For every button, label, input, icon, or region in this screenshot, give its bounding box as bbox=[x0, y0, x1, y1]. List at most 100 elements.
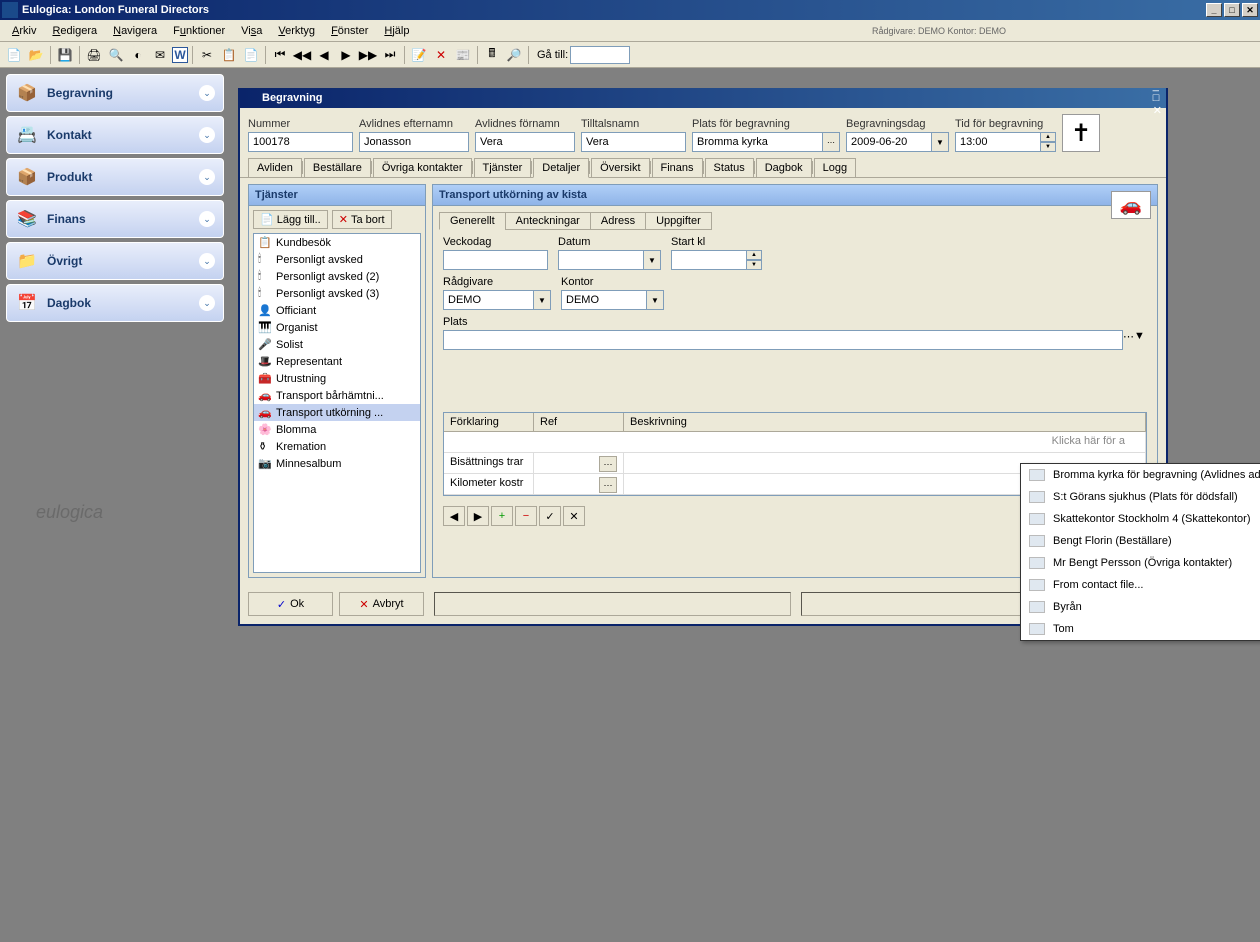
sidebar-item-ovrigt[interactable]: 📁Övrigt⌄ bbox=[6, 242, 224, 280]
sidebar-item-begravning[interactable]: 📦Begravning⌄ bbox=[6, 74, 224, 112]
dropdown-item[interactable]: Byrån bbox=[1021, 596, 1260, 618]
plats-browse-button[interactable]: ⋯ bbox=[822, 132, 840, 152]
grid-placeholder[interactable]: Klicka här för a bbox=[444, 432, 1146, 452]
print-icon[interactable]: 🖨 bbox=[84, 45, 104, 65]
grid-confirm-button[interactable]: ✓ bbox=[539, 506, 561, 526]
last-icon[interactable]: ⏭ bbox=[380, 45, 400, 65]
next-page-icon[interactable]: ▶▶ bbox=[358, 45, 378, 65]
goto-input[interactable] bbox=[570, 46, 630, 64]
plats-ellipsis-button[interactable]: ⋯ bbox=[1123, 330, 1134, 350]
service-item[interactable]: 🎹Organist bbox=[254, 319, 420, 336]
delete-icon[interactable]: ✕ bbox=[431, 45, 451, 65]
nummer-input[interactable] bbox=[248, 132, 353, 152]
service-item[interactable]: 🎤Solist bbox=[254, 336, 420, 353]
tid-down-button[interactable]: ▼ bbox=[1040, 142, 1056, 152]
start-input[interactable] bbox=[671, 250, 746, 270]
service-item[interactable]: 🕯Personligt avsked (3) bbox=[254, 285, 420, 302]
dropdown-item[interactable]: Mr Bengt Persson (Övriga kontakter) bbox=[1021, 552, 1260, 574]
sidebar-item-finans[interactable]: 📚Finans⌄ bbox=[6, 200, 224, 238]
service-list[interactable]: 📋Kundbesök🕯Personligt avsked🕯Personligt … bbox=[253, 233, 421, 573]
doc-maximize-button[interactable]: □ bbox=[1153, 92, 1162, 104]
open-icon[interactable]: 📂 bbox=[26, 45, 46, 65]
sidebar-item-kontakt[interactable]: 📇Kontakt⌄ bbox=[6, 116, 224, 154]
service-item[interactable]: 🚗Transport bårhämtni... bbox=[254, 387, 420, 404]
menu-visa[interactable]: Visa bbox=[233, 23, 270, 39]
veckodag-input[interactable] bbox=[443, 250, 548, 270]
service-item[interactable]: 👤Officiant bbox=[254, 302, 420, 319]
dropdown-item[interactable]: Tom bbox=[1021, 618, 1260, 640]
tid-input[interactable] bbox=[955, 132, 1040, 152]
new-icon[interactable]: 📄 bbox=[4, 45, 24, 65]
sidebar-item-produkt[interactable]: 📦Produkt⌄ bbox=[6, 158, 224, 196]
service-item[interactable]: 🧰Utrustning bbox=[254, 370, 420, 387]
grid-add-button[interactable]: + bbox=[491, 506, 513, 526]
menu-verktyg[interactable]: Verktyg bbox=[270, 23, 323, 39]
service-item[interactable]: 📷Minnesalbum bbox=[254, 455, 420, 472]
word-icon[interactable]: W bbox=[172, 47, 188, 63]
menu-fonster[interactable]: Fönster bbox=[323, 23, 376, 39]
doc-icon[interactable]: 📰 bbox=[453, 45, 473, 65]
dropdown-item[interactable]: From contact file... bbox=[1021, 574, 1260, 596]
ref-browse-button[interactable]: ⋯ bbox=[599, 477, 617, 493]
fornamn-input[interactable] bbox=[475, 132, 575, 152]
dropdown-item[interactable]: S:t Görans sjukhus (Plats för dödsfall) bbox=[1021, 486, 1260, 508]
datum-dropdown-button[interactable]: ▼ bbox=[643, 250, 661, 270]
prev-page-icon[interactable]: ◀◀ bbox=[292, 45, 312, 65]
service-item[interactable]: 📋Kundbesök bbox=[254, 234, 420, 251]
dag-dropdown-button[interactable]: ▼ bbox=[931, 132, 949, 152]
tab-oversikt[interactable]: Översikt bbox=[591, 158, 649, 177]
subtab-adress[interactable]: Adress bbox=[590, 212, 646, 230]
stamp-icon[interactable]: ◐ bbox=[128, 45, 148, 65]
grid-remove-button[interactable]: − bbox=[515, 506, 537, 526]
menu-hjalp[interactable]: Hjälp bbox=[376, 23, 417, 39]
detail-plats-input[interactable] bbox=[443, 330, 1123, 350]
radgivare-dropdown-button[interactable]: ▼ bbox=[533, 290, 551, 310]
tid-up-button[interactable]: ▲ bbox=[1040, 132, 1056, 142]
plats-dropdown-button[interactable]: ▼ bbox=[1134, 330, 1145, 350]
col-ref[interactable]: Ref bbox=[534, 413, 624, 431]
service-item[interactable]: ⚱Kremation bbox=[254, 438, 420, 455]
tab-bestallare[interactable]: Beställare bbox=[304, 158, 371, 177]
add-service-button[interactable]: 📄Lägg till.. bbox=[253, 210, 328, 229]
grid-cell[interactable]: Kilometer kostr bbox=[444, 474, 534, 494]
calc-icon[interactable]: 🖩 bbox=[482, 45, 502, 65]
subtab-generellt[interactable]: Generellt bbox=[439, 212, 506, 230]
tab-detaljer[interactable]: Detaljer bbox=[533, 158, 589, 178]
start-down-button[interactable]: ▼ bbox=[746, 260, 762, 270]
doc-close-button[interactable]: ✕ bbox=[1153, 104, 1162, 117]
dropdown-item[interactable]: Bromma kyrka för begravning (Avlidnes ad… bbox=[1021, 464, 1260, 486]
remove-service-button[interactable]: ✕Ta bort bbox=[332, 210, 392, 229]
menu-redigera[interactable]: Redigera bbox=[44, 23, 105, 39]
menu-funktioner[interactable]: Funktioner bbox=[165, 23, 233, 39]
doc-minimize-button[interactable]: _ bbox=[1153, 80, 1162, 92]
tilltal-input[interactable] bbox=[581, 132, 686, 152]
radgivare-input[interactable] bbox=[443, 290, 533, 310]
tab-ovriga[interactable]: Övriga kontakter bbox=[373, 158, 472, 177]
prev-icon[interactable]: ◀ bbox=[314, 45, 334, 65]
tab-avliden[interactable]: Avliden bbox=[248, 158, 302, 177]
grid-next-button[interactable]: ▶ bbox=[467, 506, 489, 526]
menu-arkiv[interactable]: Arkiv bbox=[4, 23, 44, 39]
service-item[interactable]: 🌸Blomma bbox=[254, 421, 420, 438]
kontor-input[interactable] bbox=[561, 290, 646, 310]
datum-input[interactable] bbox=[558, 250, 643, 270]
efternamn-input[interactable] bbox=[359, 132, 469, 152]
tab-status[interactable]: Status bbox=[705, 158, 754, 177]
start-up-button[interactable]: ▲ bbox=[746, 250, 762, 260]
search-icon[interactable]: 🔎 bbox=[504, 45, 524, 65]
sidebar-item-dagbok[interactable]: 📅Dagbok⌄ bbox=[6, 284, 224, 322]
preview-icon[interactable]: 🔍 bbox=[106, 45, 126, 65]
service-item[interactable]: 🕯Personligt avsked (2) bbox=[254, 268, 420, 285]
tab-dagbok[interactable]: Dagbok bbox=[756, 158, 812, 177]
grid-prev-button[interactable]: ◀ bbox=[443, 506, 465, 526]
close-button[interactable]: ✕ bbox=[1242, 3, 1258, 17]
dropdown-item[interactable]: Bengt Florin (Beställare) bbox=[1021, 530, 1260, 552]
tab-tjanster[interactable]: Tjänster bbox=[474, 158, 532, 177]
cut-icon[interactable]: ✂ bbox=[197, 45, 217, 65]
col-beskrivning[interactable]: Beskrivning bbox=[624, 413, 1146, 431]
plats-input[interactable] bbox=[692, 132, 822, 152]
grid-cell[interactable]: Bisättnings trar bbox=[444, 453, 534, 473]
dag-input[interactable] bbox=[846, 132, 931, 152]
service-item[interactable]: 🎩Representant bbox=[254, 353, 420, 370]
menu-navigera[interactable]: Navigera bbox=[105, 23, 165, 39]
